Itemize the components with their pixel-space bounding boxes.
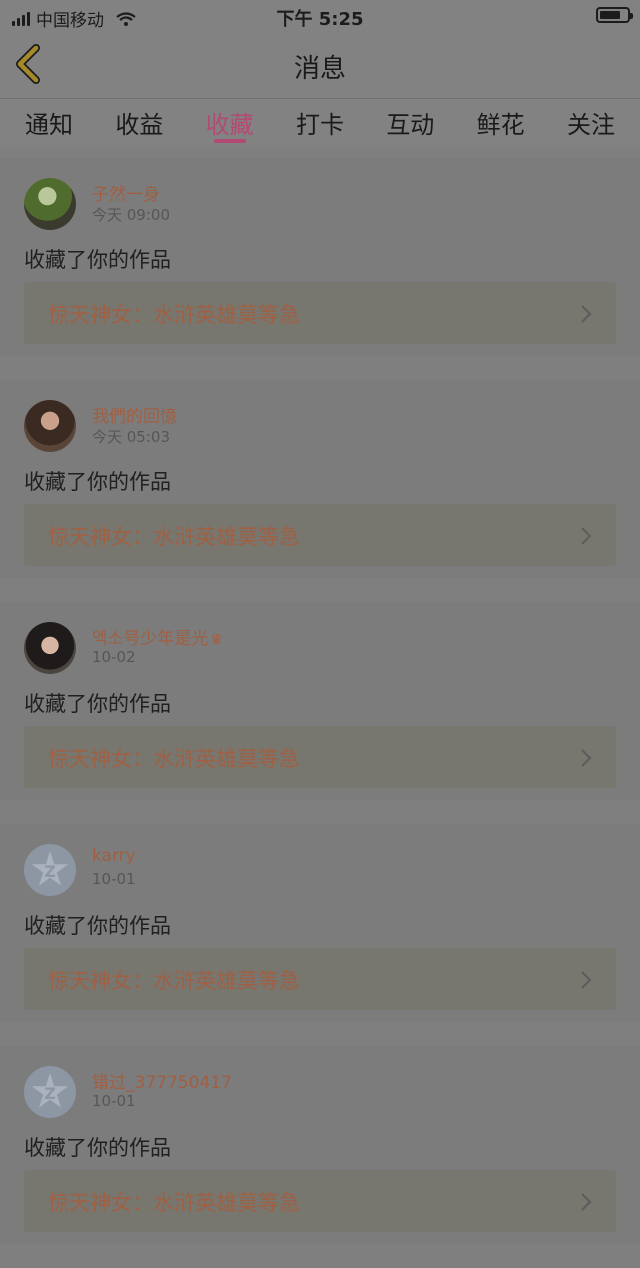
avatar[interactable] xyxy=(24,400,76,452)
action-text: 收藏了你的作品 xyxy=(24,692,171,716)
message-card: 엑소号少年是光 ♛ 10-02 收藏了你的作品 惊天神女：水浒英雄莫等急 xyxy=(0,602,640,800)
chevron-right-icon xyxy=(581,305,592,323)
username[interactable]: 我們的回憶 xyxy=(92,402,177,427)
action-text: 收藏了你的作品 xyxy=(24,1136,171,1160)
tab-interactions[interactable]: 互动 xyxy=(386,99,434,147)
action-text: 收藏了你的作品 xyxy=(24,248,171,272)
work-title: 惊天神女：水浒英雄莫等急 xyxy=(48,747,300,771)
message-card: Z karry 10-01 收藏了你的作品 惊天神女：水浒英雄莫等急 xyxy=(0,824,640,1022)
timestamp: 10-01 xyxy=(92,1092,136,1110)
work-link[interactable]: 惊天神女：水浒英雄莫等急 xyxy=(24,726,616,788)
avatar[interactable]: Z xyxy=(24,1066,76,1118)
tab-favorites[interactable]: 收藏 xyxy=(206,99,254,147)
timestamp: 10-02 xyxy=(92,648,136,666)
message-card: 子然一身 今天 09:00 收藏了你的作品 惊天神女：水浒英雄莫等急 xyxy=(0,158,640,356)
avatar[interactable] xyxy=(24,178,76,230)
work-title: 惊天神女：水浒英雄莫等急 xyxy=(48,969,300,993)
chevron-right-icon xyxy=(581,527,592,545)
username[interactable]: 子然一身 xyxy=(92,180,160,205)
tab-bar: 通知 收益 收藏 打卡 互动 鲜花 关注 xyxy=(0,99,640,147)
timestamp: 今天 09:00 xyxy=(92,206,170,224)
crown-icon: ♛ xyxy=(210,632,223,648)
action-text: 收藏了你的作品 xyxy=(24,470,171,494)
default-avatar-star-icon: Z xyxy=(31,851,69,886)
message-card: 我們的回憶 今天 05:03 收藏了你的作品 惊天神女：水浒英雄莫等急 xyxy=(0,380,640,578)
work-link[interactable]: 惊天神女：水浒英雄莫等急 xyxy=(24,948,616,1010)
chevron-right-icon xyxy=(581,749,592,767)
tab-following[interactable]: 关注 xyxy=(567,99,615,147)
username[interactable]: 엑소号少年是光 ♛ xyxy=(92,624,223,649)
avatar[interactable] xyxy=(24,622,76,674)
battery-icon xyxy=(596,7,633,23)
work-link[interactable]: 惊天神女：水浒英雄莫等急 xyxy=(24,282,616,344)
username-text: 엑소号少年是光 xyxy=(92,629,209,649)
tab-flowers[interactable]: 鲜花 xyxy=(477,99,525,147)
default-avatar-star-icon: Z xyxy=(31,1073,69,1108)
chevron-right-icon xyxy=(581,1193,592,1211)
timestamp: 10-01 xyxy=(92,870,136,888)
tab-checkin[interactable]: 打卡 xyxy=(296,99,344,147)
message-list: 子然一身 今天 09:00 收藏了你的作品 惊天神女：水浒英雄莫等急 我們的回憶… xyxy=(0,158,640,1268)
work-title: 惊天神女：水浒英雄莫等急 xyxy=(48,1191,300,1215)
status-time: 下午 5:25 xyxy=(276,9,364,30)
nav-bar: 消息 xyxy=(0,32,640,99)
status-bar: 中国移动 下午 5:25 xyxy=(0,0,640,32)
username[interactable]: karry xyxy=(92,846,136,866)
chevron-right-icon xyxy=(581,971,592,989)
tab-notifications[interactable]: 通知 xyxy=(25,99,73,147)
avatar[interactable]: Z xyxy=(24,844,76,896)
work-link[interactable]: 惊天神女：水浒英雄莫等急 xyxy=(24,504,616,566)
tab-earnings[interactable]: 收益 xyxy=(115,99,163,147)
page-title: 消息 xyxy=(293,54,346,84)
timestamp: 今天 05:03 xyxy=(92,428,170,446)
work-title: 惊天神女：水浒英雄莫等急 xyxy=(48,303,300,327)
username[interactable]: 错过_377750417 xyxy=(92,1068,232,1093)
action-text: 收藏了你的作品 xyxy=(24,914,171,938)
work-title: 惊天神女：水浒英雄莫等急 xyxy=(48,525,300,549)
message-card: Z 错过_377750417 10-01 收藏了你的作品 惊天神女：水浒英雄莫等… xyxy=(0,1046,640,1244)
work-link[interactable]: 惊天神女：水浒英雄莫等急 xyxy=(24,1170,616,1232)
